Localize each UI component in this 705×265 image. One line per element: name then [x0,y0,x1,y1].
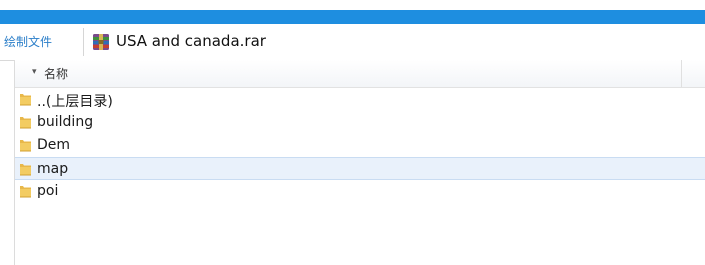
address-prefix[interactable]: 绘制文件 [4,33,52,50]
list-item-parent-directory[interactable]: ..(上层目录) [15,88,705,111]
list-item-label: poi [37,183,59,199]
sort-arrow-icon: ▾ [32,67,37,77]
list-item-label: map [37,161,69,177]
list-item-map[interactable]: map [15,157,705,180]
list-item-poi[interactable]: poi [15,180,705,203]
folder-icon [20,164,31,176]
list-item-building[interactable]: building [15,111,705,134]
folder-icon [20,186,31,198]
folder-icon [20,94,31,106]
folder-icon [20,117,31,129]
list-item-label: ..(上层目录) [37,94,113,110]
list-item-dem[interactable]: Dem [15,134,705,157]
column-divider[interactable] [681,60,682,87]
list-item-label: Dem [37,137,71,153]
list-item-label: building [37,114,94,130]
top-strip [0,0,705,10]
address-bar[interactable]: 绘制文件 USA and canada.rar [0,24,705,61]
folder-icon [20,140,31,152]
title-bar [0,10,705,24]
winrar-archive-icon [93,34,109,50]
column-name-label: 名称 [44,67,69,81]
column-header-name[interactable]: ▾ 名称 [15,60,705,88]
file-list[interactable]: ▾ 名称 ..(上层目录) building Dem map poi [14,60,705,265]
address-separator [83,28,84,56]
archive-name: USA and canada.rar [116,32,266,50]
